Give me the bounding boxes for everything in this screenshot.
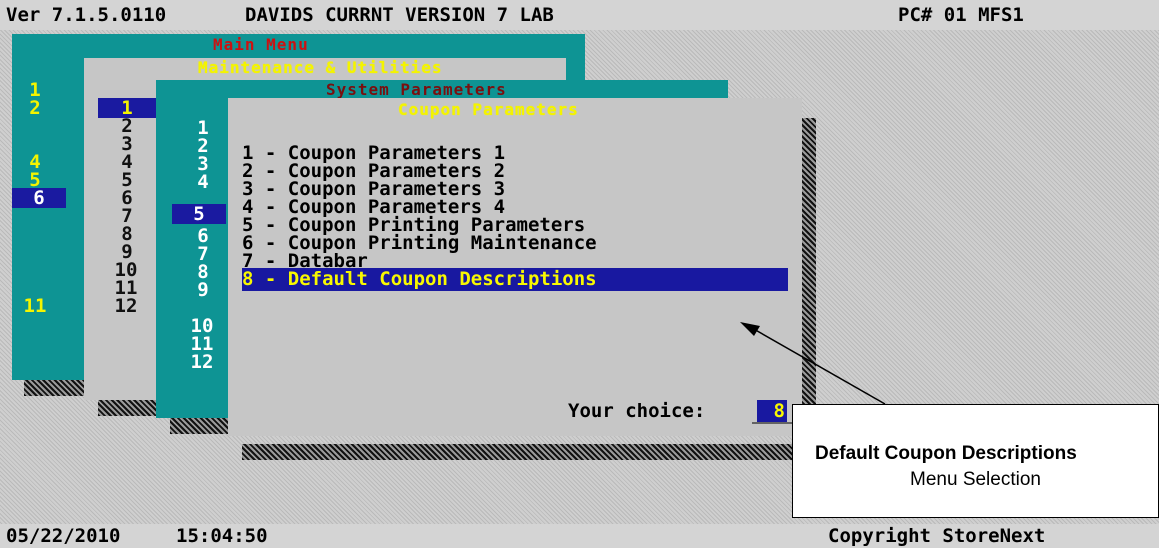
status-copyright: Copyright StoreNext (828, 525, 1046, 547)
status-date: 05/22/2010 (6, 525, 121, 547)
terminal-screen: Ver 7.1.5.0110 DAVIDS CURRNT VERSION 7 L… (0, 0, 1159, 548)
callout-arrow-line (751, 327, 886, 405)
callout-arrows (740, 322, 886, 424)
status-time: 15:04:50 (176, 525, 268, 547)
callout-arrowhead (740, 322, 760, 336)
status-bar: 05/22/2010 15:04:50 Copyright StoreNext (0, 524, 1159, 548)
